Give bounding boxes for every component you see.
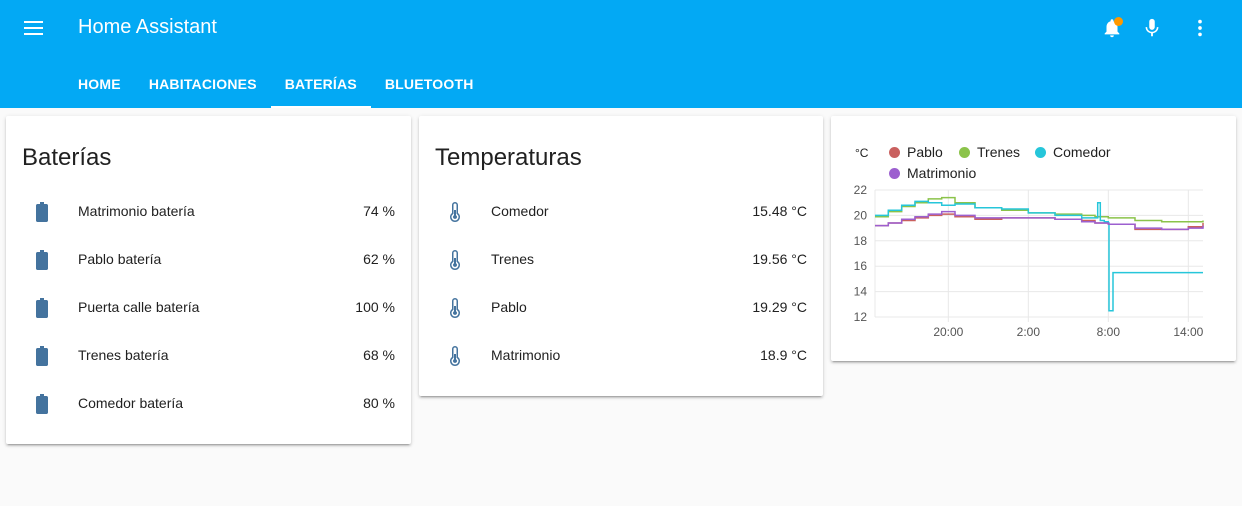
- battery-icon: [30, 392, 54, 416]
- view-tabs: HOME HABITACIONES BATERÍAS BLUETOOTH: [64, 60, 488, 108]
- history-chart[interactable]: 22 20 18 16 14 12 20:00 2:00 8:00 14:00: [831, 116, 1236, 361]
- entity-name: Matrimonio batería: [78, 203, 195, 219]
- entity-state: 19.56 °C: [752, 251, 807, 267]
- battery-icon: [30, 248, 54, 272]
- y-tick-label: 18: [854, 234, 868, 248]
- entity-state: 62 %: [363, 251, 395, 267]
- microphone-icon[interactable]: [1138, 14, 1166, 42]
- thermometer-icon: [443, 296, 467, 320]
- tab-bluetooth[interactable]: BLUETOOTH: [371, 60, 488, 108]
- entity-state: 15.48 °C: [752, 203, 807, 219]
- entity-state: 19.29 °C: [752, 299, 807, 315]
- thermometer-icon: [443, 200, 467, 224]
- entity-state: 80 %: [363, 395, 395, 411]
- entity-name: Trenes: [491, 251, 535, 267]
- tab-home[interactable]: HOME: [64, 60, 135, 108]
- history-graph-card: °C Pablo Trenes Comedor Matrimonio 22 20 1…: [831, 116, 1236, 361]
- battery-icon: [30, 200, 54, 224]
- x-tick-label: 20:00: [933, 325, 963, 339]
- entity-name: Comedor: [491, 203, 549, 219]
- entity-state: 74 %: [363, 203, 395, 219]
- thermometer-icon: [443, 248, 467, 272]
- entity-row[interactable]: Matrimonio 18.9 °C: [419, 332, 823, 380]
- batteries-card: Baterías Matrimonio batería 74 % Pablo bat…: [6, 116, 411, 444]
- tab-habitaciones[interactable]: HABITACIONES: [135, 60, 271, 108]
- entity-row[interactable]: Matrimonio batería 74 %: [6, 188, 411, 236]
- bell-icon[interactable]: [1098, 14, 1126, 42]
- thermometer-icon: [443, 344, 467, 368]
- notification-dot: [1114, 17, 1123, 26]
- entity-row[interactable]: Pablo batería 62 %: [6, 236, 411, 284]
- entity-name: Puerta calle batería: [78, 299, 200, 315]
- y-tick-label: 22: [854, 183, 868, 197]
- entity-row[interactable]: Trenes batería 68 %: [6, 332, 411, 380]
- entity-name: Pablo: [491, 299, 527, 315]
- battery-icon: [30, 344, 54, 368]
- y-tick-label: 16: [854, 259, 868, 273]
- entity-name: Pablo batería: [78, 251, 162, 267]
- entity-name: Matrimonio: [491, 347, 561, 363]
- tab-baterias[interactable]: BATERÍAS: [270, 60, 371, 108]
- entity-row[interactable]: Comedor 15.48 °C: [419, 188, 823, 236]
- card-title: Baterías: [22, 144, 112, 171]
- temperatures-card: Temperaturas Comedor 15.48 °C Trenes 19.56 …: [419, 116, 823, 396]
- entity-row[interactable]: Trenes 19.56 °C: [419, 236, 823, 284]
- app-title: Home Assistant: [78, 16, 217, 38]
- entity-row[interactable]: Puerta calle batería 100 %: [6, 284, 411, 332]
- entity-row[interactable]: Pablo 19.29 °C: [419, 284, 823, 332]
- entity-state: 68 %: [363, 347, 395, 363]
- y-tick-label: 12: [854, 310, 868, 324]
- entity-state: 18.9 °C: [760, 347, 807, 363]
- x-tick-label: 14:00: [1173, 325, 1203, 339]
- entity-name: Comedor batería: [78, 395, 184, 411]
- entity-row[interactable]: Comedor batería 80 %: [6, 380, 411, 428]
- app-header: Home Assistant HOME HABITACIONES BATERÍA…: [0, 0, 1242, 108]
- card-title: Temperaturas: [435, 144, 582, 171]
- battery-icon: [30, 296, 54, 320]
- x-tick-label: 2:00: [1017, 325, 1041, 339]
- y-tick-label: 14: [854, 285, 868, 299]
- y-tick-label: 20: [854, 208, 868, 222]
- menu-icon[interactable]: [18, 13, 50, 43]
- entity-name: Trenes batería: [78, 347, 169, 363]
- entity-state: 100 %: [355, 299, 395, 315]
- more-vert-icon[interactable]: [1186, 14, 1214, 42]
- x-tick-label: 8:00: [1097, 325, 1121, 339]
